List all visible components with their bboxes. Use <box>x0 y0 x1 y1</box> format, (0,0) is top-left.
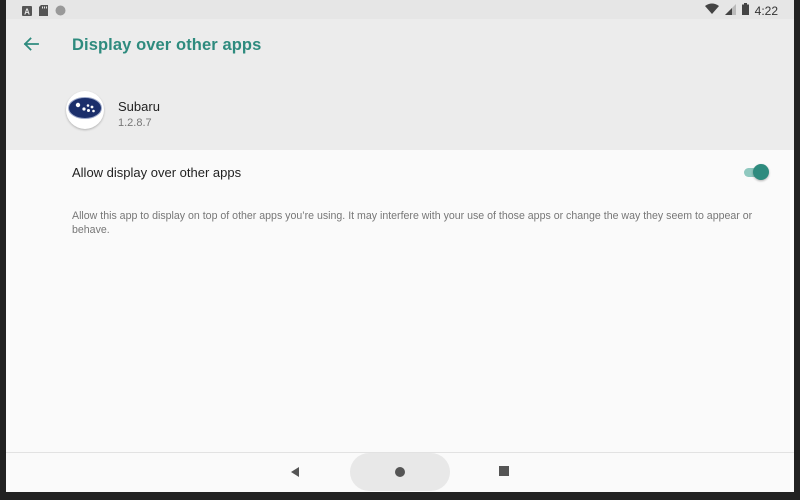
setting-label: Allow display over other apps <box>72 165 242 180</box>
nav-recents-icon[interactable] <box>499 466 509 476</box>
app-icon <box>66 91 104 129</box>
nav-back-icon[interactable] <box>288 465 302 479</box>
screen: A 4:22 Display over other apps Subaru 1.… <box>6 0 794 492</box>
navigation-bar <box>6 452 794 492</box>
subaru-logo-icon <box>68 96 102 124</box>
signal-icon <box>724 2 736 20</box>
setting-description: Allow this app to display on top of othe… <box>72 210 753 236</box>
page-title: Display over other apps <box>72 36 262 54</box>
app-name: Subaru <box>118 99 160 114</box>
toggle-thumb <box>753 164 769 180</box>
arrow-back-icon <box>23 36 39 56</box>
nav-home-icon <box>395 467 405 477</box>
status-bar: A 4:22 <box>6 0 794 19</box>
battery-icon <box>741 2 749 20</box>
app-version: 1.2.8.7 <box>118 117 152 129</box>
allow-display-toggle[interactable] <box>742 163 770 181</box>
wifi-icon <box>704 2 719 20</box>
back-button[interactable] <box>20 35 42 57</box>
svg-text:A: A <box>24 7 30 16</box>
status-bar-right: 4:22 <box>704 2 778 20</box>
app-info-header: Display over other apps Subaru 1.2.8.7 <box>6 19 794 150</box>
status-time: 4:22 <box>754 4 778 18</box>
allow-display-setting-row[interactable]: Allow display over other apps <box>6 150 794 194</box>
nav-home-button[interactable] <box>350 453 450 491</box>
